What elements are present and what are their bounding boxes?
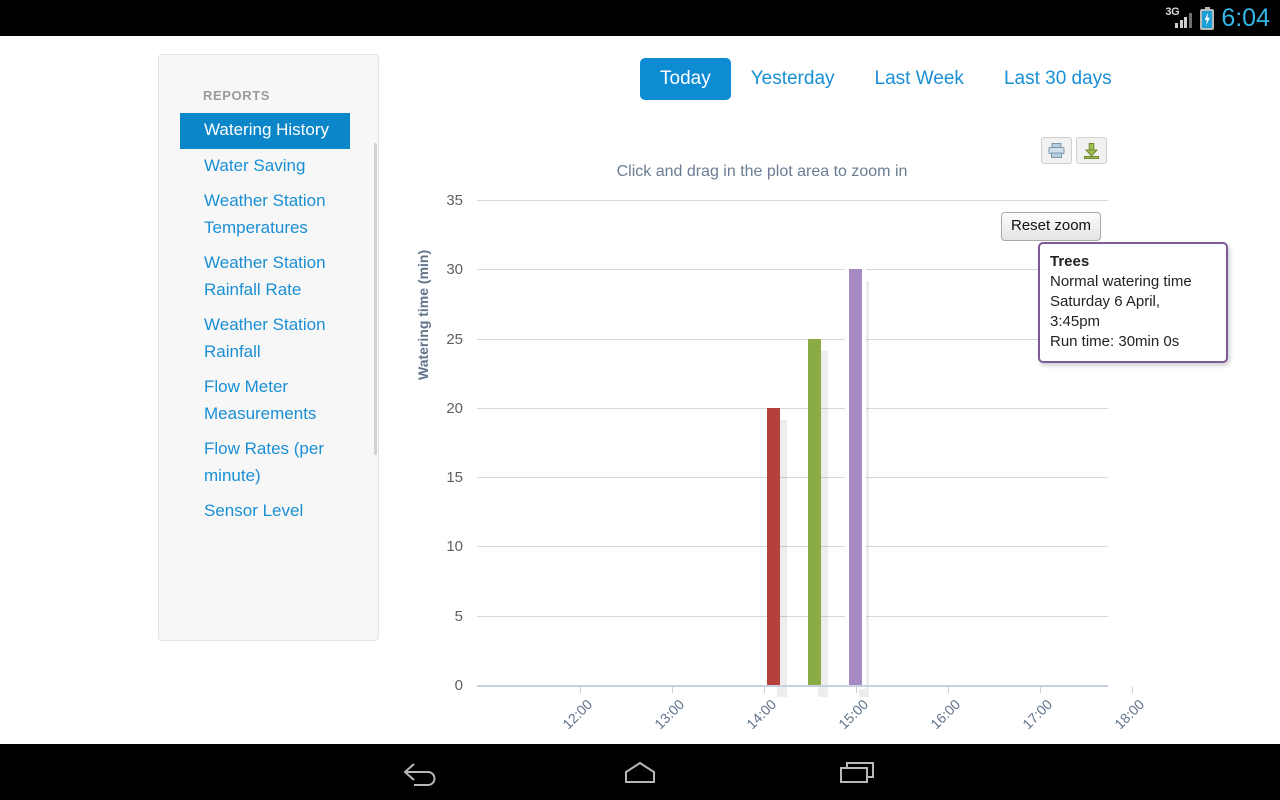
tooltip-line-1: Normal watering time: [1050, 273, 1192, 290]
sidebar-item-flow-rates-per-minute[interactable]: Flow Rates (per minute): [180, 432, 360, 494]
x-tick-label-1200: 12:00: [559, 696, 596, 733]
sidebar-item-weather-station-rainfall-rate[interactable]: Weather Station Rainfall Rate: [180, 246, 360, 308]
status-bar-clock: 6:04: [1221, 3, 1270, 32]
y-tick-10: 10: [446, 538, 463, 556]
y-tick-30: 30: [446, 261, 463, 279]
recent-apps-button[interactable]: [802, 744, 912, 800]
x-tick-mark: [672, 687, 673, 693]
y-tick-20: 20: [446, 399, 463, 417]
watering-history-chart: Click and drag in the plot area to zoom …: [390, 36, 1228, 744]
x-tick-mark: [1132, 687, 1133, 693]
android-navigation-bar: [0, 744, 1280, 800]
y-tick-25: 25: [446, 330, 463, 348]
x-tick-label-1600: 16:00: [927, 696, 964, 733]
x-tick-mark: [856, 687, 857, 693]
back-icon: [403, 763, 436, 786]
bar-body: [849, 269, 862, 685]
gridline-25: [477, 338, 1108, 340]
report-list: Watering History Water Saving Weather St…: [180, 113, 360, 530]
gridline-5: [477, 615, 1108, 617]
gridline-10: [477, 546, 1108, 548]
sidebar-item-watering-history[interactable]: Watering History: [180, 113, 350, 149]
y-tick-5: 5: [454, 607, 463, 625]
bar-body: [808, 338, 821, 685]
x-tick-mark: [764, 687, 765, 693]
bar-red[interactable]: [767, 407, 787, 697]
back-button[interactable]: [369, 744, 479, 800]
sidebar-item-flow-meter-measurements[interactable]: Flow Meter Measurements: [180, 370, 360, 432]
x-tick-label-1300: 13:00: [651, 696, 688, 733]
bar-purple-trees[interactable]: [845, 265, 869, 697]
recent-apps-icon: [840, 762, 874, 783]
signal-bars-icon: 3G: [1165, 6, 1193, 31]
bar-green[interactable]: [808, 338, 828, 697]
tooltip-line-2: Saturday 6 April, 3:45pm: [1050, 293, 1161, 330]
x-tick-mark: [948, 687, 949, 693]
tooltip-title: Trees: [1050, 253, 1090, 270]
battery-charging-icon: [1200, 6, 1215, 30]
gridline-30: [477, 269, 1108, 271]
x-tick-label-1500: 15:00: [835, 696, 872, 733]
gridline-15: [477, 477, 1108, 479]
reports-sidebar: REPORTS Watering History Water Saving We…: [158, 54, 379, 641]
sidebar-item-weather-station-rainfall[interactable]: Weather Station Rainfall: [180, 308, 360, 370]
sidebar-heading: REPORTS: [203, 88, 271, 103]
sidebar-scrollbar[interactable]: [374, 143, 377, 455]
x-tick-label-1800: 18:00: [1111, 696, 1148, 733]
home-icon: [625, 761, 655, 783]
android-status-bar: 3G 6:04: [0, 0, 1280, 36]
plot-area[interactable]: Watering time (min) 0 5 10 15 20 25 30 3…: [415, 192, 1147, 732]
bar-body: [767, 407, 780, 685]
sidebar-item-water-saving[interactable]: Water Saving: [180, 149, 360, 185]
gridline-35: [477, 200, 1108, 201]
y-tick-35: 35: [446, 192, 463, 209]
x-tick-mark: [1040, 687, 1041, 693]
app-content: REPORTS Watering History Water Saving We…: [0, 36, 1280, 744]
chart-subtitle: Click and drag in the plot area to zoom …: [616, 163, 908, 180]
y-tick-0: 0: [454, 677, 463, 694]
sidebar-item-sensor-level[interactable]: Sensor Level: [180, 494, 360, 530]
x-tick-label-1700: 17:00: [1019, 696, 1056, 733]
gridline-20: [477, 407, 1108, 409]
y-tick-15: 15: [446, 469, 463, 487]
x-axis-line: [477, 685, 1108, 687]
home-button[interactable]: [585, 744, 695, 800]
x-tick-label-1400: 14:00: [743, 696, 780, 733]
sidebar-item-weather-station-temperatures[interactable]: Weather Station Temperatures: [180, 184, 360, 246]
chart-tooltip: Trees Normal watering time Saturday 6 Ap…: [1038, 242, 1228, 363]
x-tick-mark: [580, 687, 581, 693]
tooltip-line-3: Run time: 30min 0s: [1050, 333, 1180, 350]
